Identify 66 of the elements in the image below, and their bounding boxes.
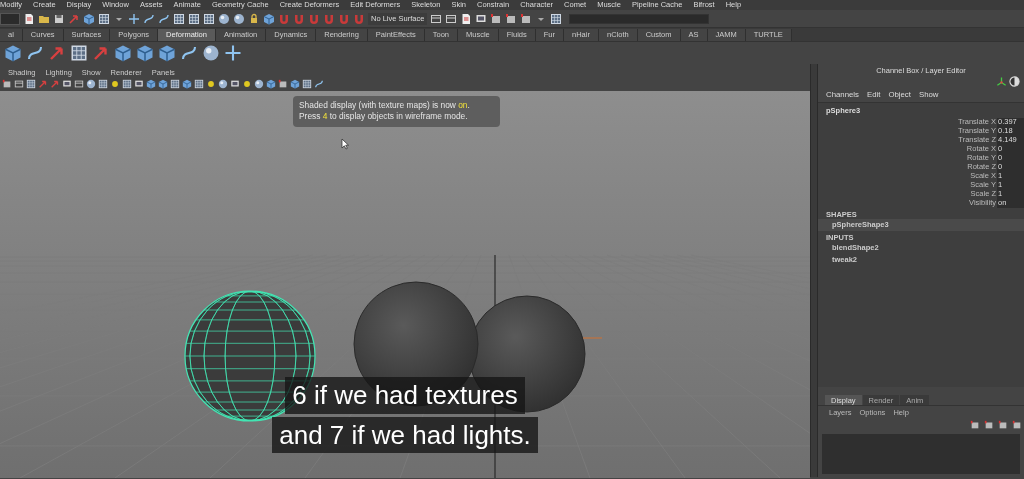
move-icon[interactable] xyxy=(128,12,140,25)
grid-icon[interactable] xyxy=(302,79,312,89)
dot-icon[interactable] xyxy=(242,79,252,89)
cube-icon[interactable] xyxy=(83,12,95,25)
film-icon[interactable] xyxy=(445,12,458,25)
cube-icon[interactable] xyxy=(4,44,22,62)
mouse-cursor-icon xyxy=(341,138,349,150)
grid-icon[interactable] xyxy=(188,12,200,25)
layer-icon[interactable] xyxy=(970,420,980,430)
dot-icon[interactable] xyxy=(206,79,216,89)
curve-icon[interactable] xyxy=(180,44,198,62)
grid-icon[interactable] xyxy=(194,79,204,89)
page-icon[interactable] xyxy=(23,12,35,25)
sphere-icon[interactable] xyxy=(218,12,230,25)
grid-icon[interactable] xyxy=(122,79,132,89)
grid-icon[interactable] xyxy=(70,44,88,62)
monitor-icon[interactable] xyxy=(62,79,72,89)
cube-icon[interactable] xyxy=(158,44,176,62)
dot-icon[interactable] xyxy=(110,79,120,89)
grid-icon[interactable] xyxy=(26,79,36,89)
lock-icon[interactable] xyxy=(248,12,260,25)
layer-icon[interactable] xyxy=(520,12,533,25)
search-field[interactable] xyxy=(569,13,710,24)
film-icon[interactable] xyxy=(14,79,24,89)
move-icon[interactable] xyxy=(224,44,242,62)
grid-icon[interactable] xyxy=(550,12,563,25)
film-icon[interactable] xyxy=(74,79,84,89)
sphere-icon[interactable] xyxy=(254,79,264,89)
wireframe-sphere[interactable] xyxy=(184,290,316,422)
monitor-icon[interactable] xyxy=(230,79,240,89)
grid-icon[interactable] xyxy=(98,12,110,25)
cube-icon[interactable] xyxy=(266,79,276,89)
curve-icon[interactable] xyxy=(314,79,324,89)
half-circle-icon[interactable] xyxy=(1009,76,1020,87)
shaded-display-tooltip: Shaded display (with texture maps) is now on. Press 4 to display objects in wireframe mode. xyxy=(293,96,500,127)
sphere-icon[interactable] xyxy=(233,12,245,25)
layer-icon[interactable] xyxy=(984,420,994,430)
cube-icon[interactable] xyxy=(136,44,154,62)
layer-icon[interactable] xyxy=(278,79,288,89)
monitor-icon[interactable] xyxy=(134,79,144,89)
cube-icon[interactable] xyxy=(290,79,300,89)
monitor-icon[interactable] xyxy=(475,12,488,25)
grid-icon[interactable] xyxy=(98,79,108,89)
curve-icon[interactable] xyxy=(158,12,170,25)
sphere-icon[interactable] xyxy=(218,79,228,89)
grid-icon[interactable] xyxy=(173,12,185,25)
sphere-icon[interactable] xyxy=(86,79,96,89)
layer-icon[interactable] xyxy=(998,420,1008,430)
layer-icon[interactable] xyxy=(1012,420,1022,430)
grid-icon[interactable] xyxy=(203,12,215,25)
axes-icon[interactable] xyxy=(996,76,1007,87)
curve-icon[interactable] xyxy=(26,44,44,62)
sphere-icon[interactable] xyxy=(202,44,220,62)
curve-icon[interactable] xyxy=(143,12,155,25)
cube-icon[interactable] xyxy=(146,79,156,89)
layer-icon[interactable] xyxy=(2,79,12,89)
cube-icon[interactable] xyxy=(182,79,192,89)
layer-icon[interactable] xyxy=(490,12,503,25)
page-icon[interactable] xyxy=(460,12,473,25)
layer-icon[interactable] xyxy=(505,12,518,25)
film-icon[interactable] xyxy=(430,12,443,25)
grid-icon[interactable] xyxy=(170,79,180,89)
cube-icon[interactable] xyxy=(158,79,168,89)
cube-icon[interactable] xyxy=(263,12,275,25)
cube-icon[interactable] xyxy=(114,44,132,62)
pivot-line xyxy=(582,337,603,339)
